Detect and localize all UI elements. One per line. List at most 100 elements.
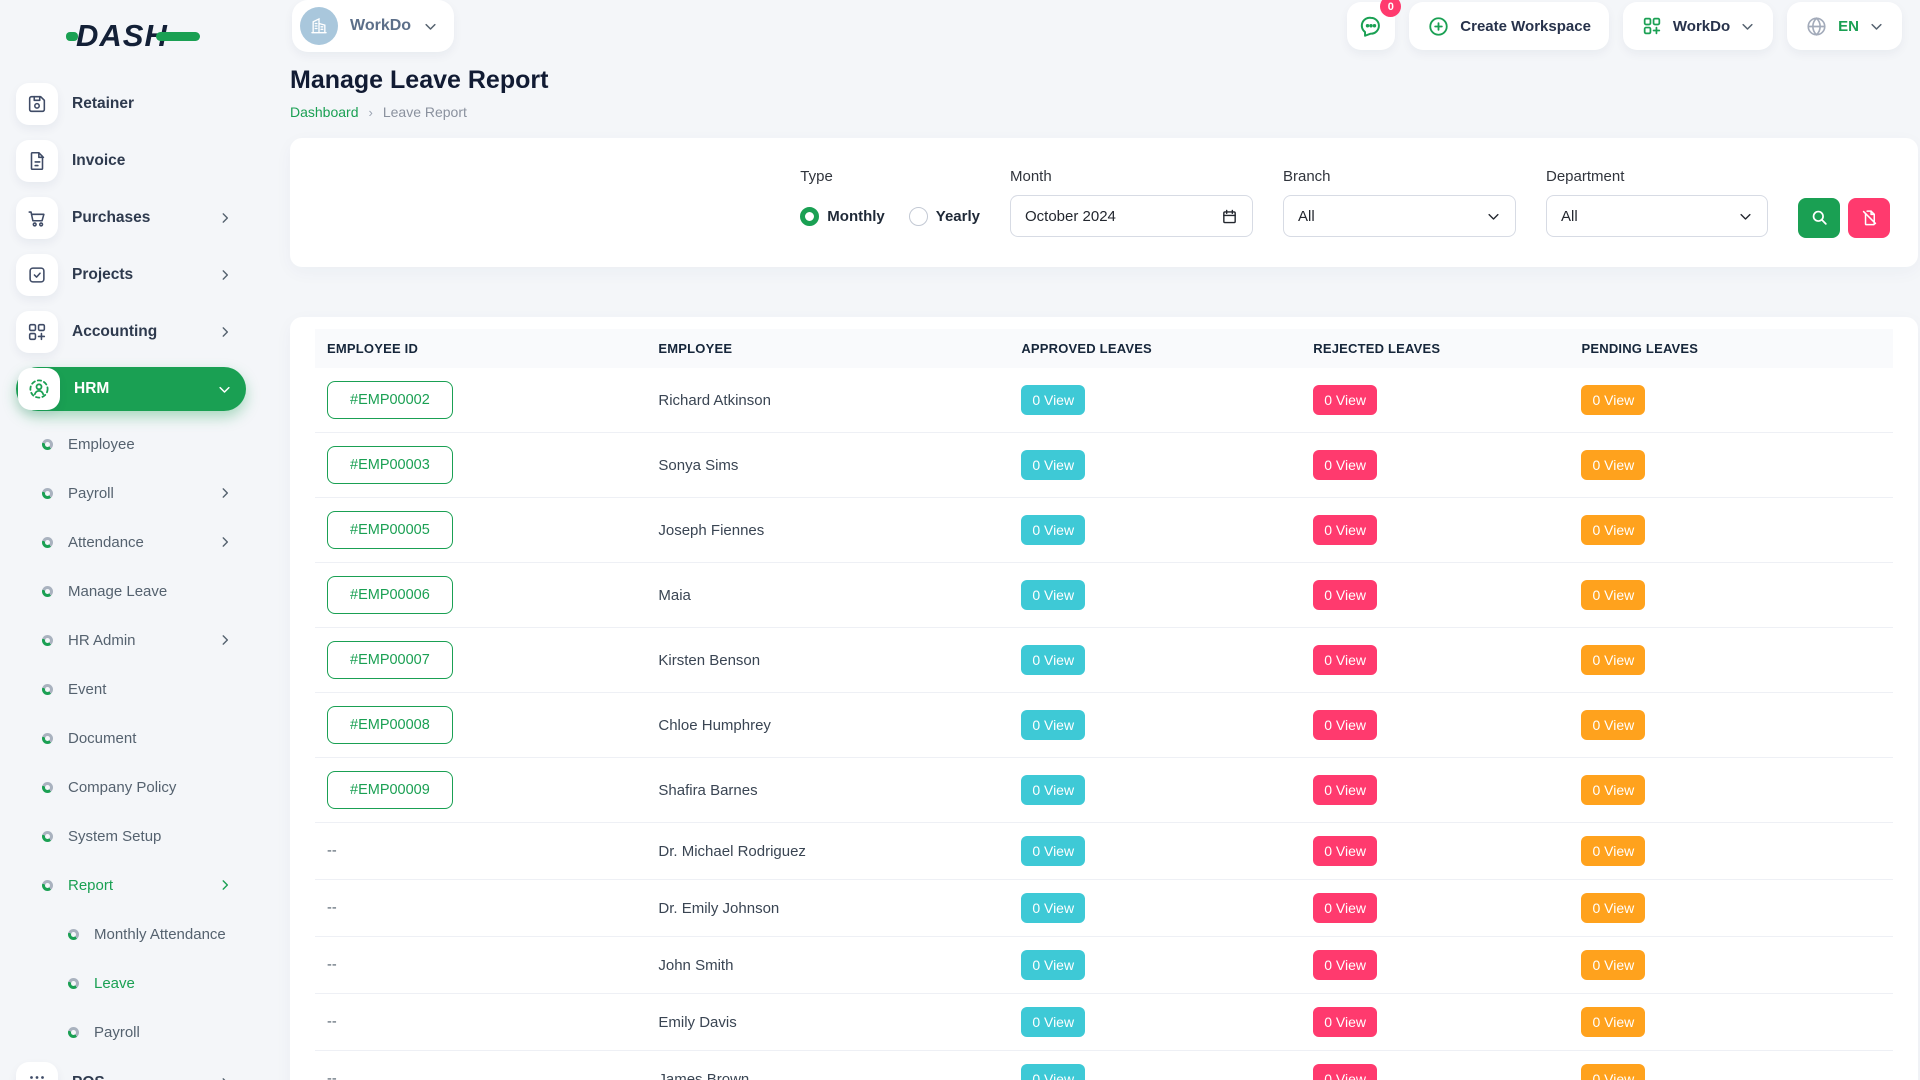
filter-card: Type Monthly Yearly Month October 2024: [290, 138, 1918, 267]
calendar-icon: [1221, 208, 1238, 225]
bullet-icon: [42, 782, 53, 793]
table-row: -- Dr. Michael Rodriguez 0 View 0 View 0…: [315, 823, 1893, 880]
user-circle-icon: [27, 377, 51, 401]
rejected-leaves-view-badge[interactable]: 0 View: [1313, 385, 1377, 415]
pending-leaves-view-badge[interactable]: 0 View: [1581, 710, 1645, 740]
employee-id-button[interactable]: #EMP00003: [327, 446, 453, 484]
sidebar-report-subitem[interactable]: Leave: [16, 963, 246, 1003]
chevron-down-icon: [423, 19, 438, 34]
approved-leaves-view-badge[interactable]: 0 View: [1021, 1007, 1085, 1037]
department-select[interactable]: All: [1546, 195, 1768, 237]
approved-leaves-view-badge[interactable]: 0 View: [1021, 950, 1085, 980]
sidebar-report-subitem[interactable]: Monthly Attendance: [16, 914, 246, 954]
sidebar-item[interactable]: Invoice: [16, 139, 246, 183]
chevron-right-icon: [218, 633, 232, 647]
pending-leaves-view-badge[interactable]: 0 View: [1581, 836, 1645, 866]
approved-leaves-view-badge[interactable]: 0 View: [1021, 710, 1085, 740]
pending-leaves-view-badge[interactable]: 0 View: [1581, 515, 1645, 545]
employee-name: Richard Atkinson: [658, 392, 771, 409]
language-selector[interactable]: EN: [1787, 2, 1902, 50]
rejected-leaves-view-badge[interactable]: 0 View: [1313, 580, 1377, 610]
create-workspace-button[interactable]: Create Workspace: [1409, 2, 1609, 50]
rejected-leaves-view-badge[interactable]: 0 View: [1313, 450, 1377, 480]
rejected-leaves-view-badge[interactable]: 0 View: [1313, 1007, 1377, 1037]
sidebar-item-pos[interactable]: POS: [16, 1061, 246, 1080]
messages-button[interactable]: 0: [1347, 2, 1395, 50]
rejected-leaves-view-badge[interactable]: 0 View: [1313, 1064, 1377, 1080]
approved-leaves-view-badge[interactable]: 0 View: [1021, 580, 1085, 610]
approved-leaves-view-badge[interactable]: 0 View: [1021, 893, 1085, 923]
search-button[interactable]: [1798, 198, 1840, 238]
chevron-right-icon: [218, 535, 232, 549]
approved-leaves-view-badge[interactable]: 0 View: [1021, 836, 1085, 866]
branch-select[interactable]: All: [1283, 195, 1516, 237]
pending-leaves-view-badge[interactable]: 0 View: [1581, 1064, 1645, 1080]
sidebar-subitem[interactable]: Report: [16, 865, 246, 905]
rejected-leaves-view-badge[interactable]: 0 View: [1313, 775, 1377, 805]
sidebar-subitem[interactable]: Event: [16, 669, 246, 709]
breadcrumb-dashboard-link[interactable]: Dashboard: [290, 104, 359, 120]
sidebar-subitem[interactable]: Employee: [16, 424, 246, 464]
sidebar-item[interactable]: Purchases: [16, 196, 246, 240]
employee-id-button[interactable]: #EMP00002: [327, 381, 453, 419]
sidebar-subitem[interactable]: Company Policy: [16, 767, 246, 807]
rejected-leaves-view-badge[interactable]: 0 View: [1313, 836, 1377, 866]
sidebar-subitem[interactable]: HR Admin: [16, 620, 246, 660]
bullet-icon: [68, 1027, 79, 1038]
pending-leaves-view-badge[interactable]: 0 View: [1581, 580, 1645, 610]
export-off-button[interactable]: [1848, 198, 1890, 238]
employee-name: Kirsten Benson: [658, 652, 760, 669]
chevron-down-icon: [1740, 19, 1755, 34]
type-radio-option[interactable]: Monthly: [800, 207, 885, 226]
rejected-leaves-view-badge[interactable]: 0 View: [1313, 710, 1377, 740]
employee-id-button[interactable]: #EMP00008: [327, 706, 453, 744]
pending-leaves-view-badge[interactable]: 0 View: [1581, 950, 1645, 980]
pending-leaves-view-badge[interactable]: 0 View: [1581, 385, 1645, 415]
pending-leaves-view-badge[interactable]: 0 View: [1581, 450, 1645, 480]
employee-id-button[interactable]: #EMP00006: [327, 576, 453, 614]
table-column-header: REJECTED LEAVES: [1301, 329, 1569, 368]
sidebar-item[interactable]: HRM: [16, 367, 246, 411]
sidebar-item[interactable]: Retainer: [16, 82, 246, 126]
sidebar-subitem[interactable]: Document: [16, 718, 246, 758]
sidebar-item[interactable]: Accounting: [16, 310, 246, 354]
dash-logo[interactable]: DASH: [66, 18, 200, 54]
sidebar-nav: Retainer Invoice Purchases Projects Acco…: [0, 72, 262, 1080]
approved-leaves-view-badge[interactable]: 0 View: [1021, 1064, 1085, 1080]
rejected-leaves-view-badge[interactable]: 0 View: [1313, 515, 1377, 545]
approved-leaves-view-badge[interactable]: 0 View: [1021, 775, 1085, 805]
employee-name: Emily Davis: [658, 1014, 736, 1031]
leave-report-table-card: EMPLOYEE ID EMPLOYEE APPROVED LEAVES REJ…: [290, 317, 1918, 1080]
employee-id-button[interactable]: #EMP00005: [327, 511, 453, 549]
pending-leaves-view-badge[interactable]: 0 View: [1581, 775, 1645, 805]
rejected-leaves-view-badge[interactable]: 0 View: [1313, 950, 1377, 980]
workspace-dropdown-button[interactable]: WorkDo: [1623, 2, 1773, 50]
approved-leaves-view-badge[interactable]: 0 View: [1021, 385, 1085, 415]
rejected-leaves-view-badge[interactable]: 0 View: [1313, 645, 1377, 675]
rejected-leaves-view-badge[interactable]: 0 View: [1313, 893, 1377, 923]
sidebar-subitem[interactable]: Payroll: [16, 473, 246, 513]
table-row: -- Dr. Emily Johnson 0 View 0 View 0 Vie…: [315, 880, 1893, 937]
sidebar-subitem[interactable]: Attendance: [16, 522, 246, 562]
bullet-icon: [42, 880, 53, 891]
approved-leaves-view-badge[interactable]: 0 View: [1021, 645, 1085, 675]
pending-leaves-view-badge[interactable]: 0 View: [1581, 893, 1645, 923]
department-filter: Department All: [1546, 168, 1768, 237]
pending-leaves-view-badge[interactable]: 0 View: [1581, 645, 1645, 675]
approved-leaves-view-badge[interactable]: 0 View: [1021, 515, 1085, 545]
employee-id-button[interactable]: #EMP00007: [327, 641, 453, 679]
employee-id-button[interactable]: #EMP00009: [327, 771, 453, 809]
approved-leaves-view-badge[interactable]: 0 View: [1021, 450, 1085, 480]
sidebar-subitem[interactable]: System Setup: [16, 816, 246, 856]
bullet-icon: [42, 537, 53, 548]
workspace-switcher[interactable]: WorkDo: [292, 0, 454, 52]
chat-icon: [1358, 13, 1384, 39]
type-radio-option[interactable]: Yearly: [909, 207, 980, 226]
pending-leaves-view-badge[interactable]: 0 View: [1581, 1007, 1645, 1037]
chevron-right-icon: [218, 211, 232, 225]
chevron-right-icon: [218, 486, 232, 500]
sidebar-subitem[interactable]: Manage Leave: [16, 571, 246, 611]
month-input[interactable]: October 2024: [1010, 195, 1253, 237]
sidebar-item[interactable]: Projects: [16, 253, 246, 297]
sidebar-report-subitem[interactable]: Payroll: [16, 1012, 246, 1052]
